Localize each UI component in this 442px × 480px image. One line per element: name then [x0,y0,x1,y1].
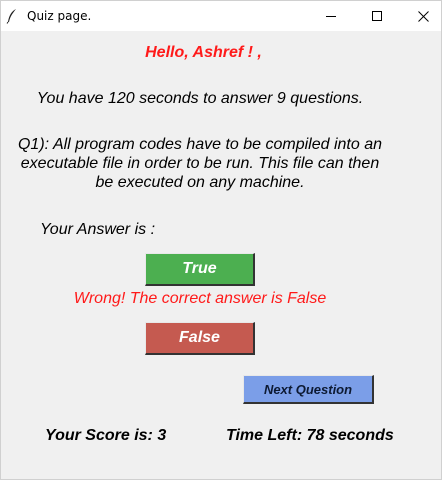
minimize-button[interactable] [308,1,354,31]
question-text: Q1): All program codes have to be compil… [1,135,399,192]
question-line: Q1): All program codes have to be compil… [17,136,383,153]
false-button[interactable]: False [145,322,255,355]
instructions-label: You have 120 seconds to answer 9 questio… [36,90,364,107]
quiz-window: Quiz page. Hello, Ashref ! , You have 12… [0,0,442,480]
feather-icon [6,9,16,24]
true-button[interactable]: True [145,253,255,286]
feedback-label: Wrong! The correct answer is False [73,290,327,307]
close-icon [417,10,429,22]
question-line: be executed on any machine. [95,174,305,191]
minimize-icon [326,16,336,17]
maximize-icon [372,11,382,21]
window-title: Quiz page. [27,9,92,23]
maximize-button[interactable] [354,1,400,31]
greeting-label: Hello, Ashref ! , [145,44,262,61]
score-label: Your Score is: 3 [45,427,167,444]
title-bar[interactable]: Quiz page. [1,1,441,31]
next-question-button[interactable]: Next Question [243,375,374,404]
answer-label: Your Answer is : [40,221,156,238]
time-left-label: Time Left: 78 seconds [226,427,394,444]
question-line: executable file in order to be run. This… [20,155,380,172]
close-button[interactable] [400,1,442,31]
